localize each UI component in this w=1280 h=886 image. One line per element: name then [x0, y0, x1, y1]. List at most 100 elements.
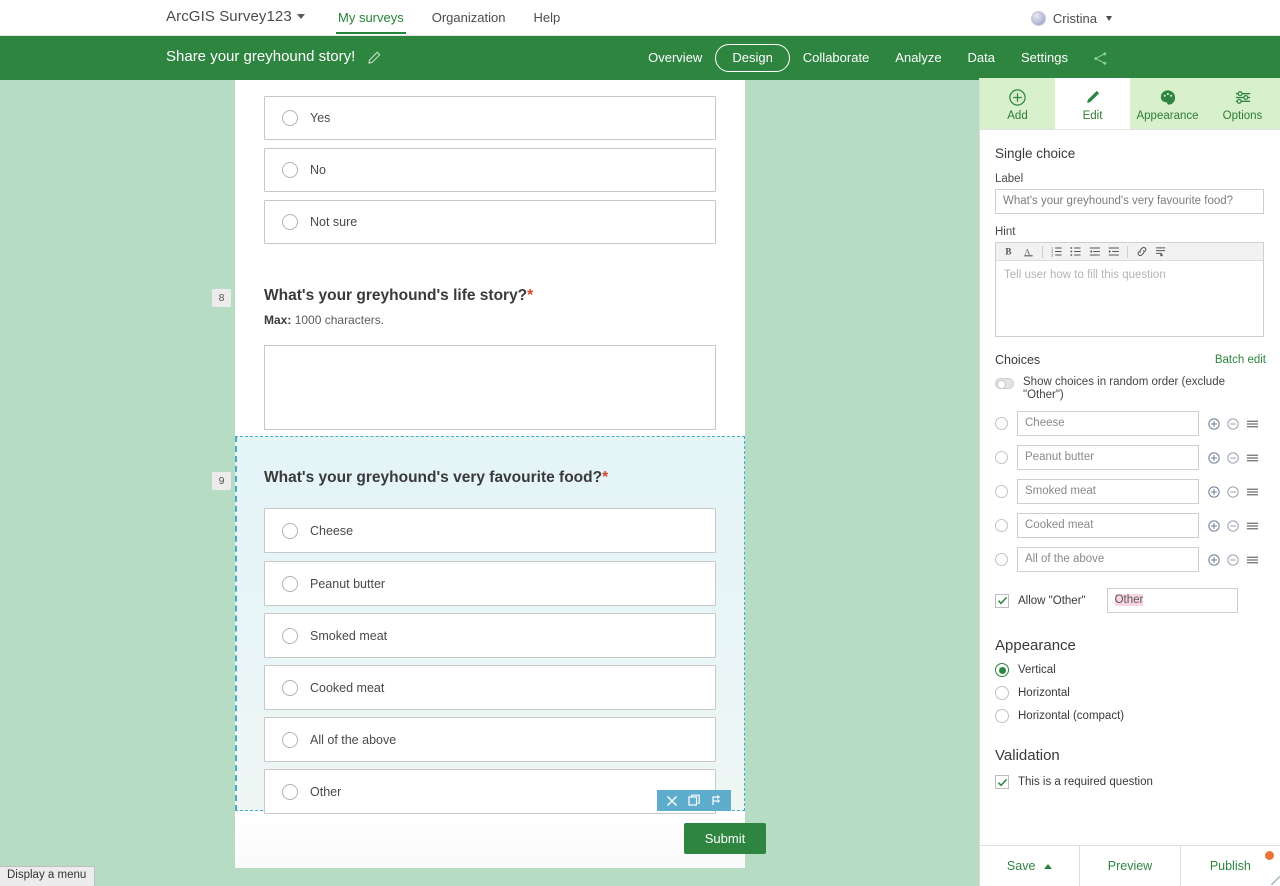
- add-circle-icon[interactable]: [1208, 417, 1220, 430]
- required-question-checkbox[interactable]: [995, 775, 1009, 789]
- appearance-option-horizontal[interactable]: Horizontal: [995, 686, 1266, 700]
- question-8[interactable]: 8 What's your greyhound's life story?* M…: [212, 287, 745, 430]
- drag-handle-icon[interactable]: [1246, 418, 1259, 430]
- hint-input[interactable]: Tell user how to fill this question: [996, 261, 1263, 336]
- radio-icon[interactable]: [995, 519, 1008, 532]
- preview-button[interactable]: Preview: [1080, 846, 1181, 886]
- pencil-icon[interactable]: [366, 50, 382, 66]
- panel-tab-edit[interactable]: Edit: [1055, 78, 1130, 129]
- drag-handle-icon[interactable]: [1246, 554, 1259, 566]
- option-row[interactable]: Not sure: [264, 200, 716, 244]
- choice-input[interactable]: Smoked meat: [1017, 479, 1199, 504]
- brand-caret-icon[interactable]: [297, 14, 305, 19]
- panel-tab-options[interactable]: Options: [1205, 78, 1280, 129]
- duplicate-icon[interactable]: [683, 790, 705, 811]
- add-circle-icon[interactable]: [1208, 485, 1220, 498]
- remove-circle-icon[interactable]: [1227, 553, 1239, 566]
- radio-icon[interactable]: [282, 214, 298, 230]
- radio-icon[interactable]: [282, 162, 298, 178]
- random-order-row[interactable]: Show choices in random order (exclude "O…: [995, 376, 1266, 402]
- tab-overview[interactable]: Overview: [635, 45, 715, 71]
- question-9[interactable]: 9 What's your greyhound's very favourite…: [212, 469, 745, 814]
- choice-input[interactable]: Peanut butter: [1017, 445, 1199, 470]
- option-row[interactable]: Cheese: [264, 508, 716, 553]
- add-circle-icon[interactable]: [1208, 451, 1220, 464]
- font-color-icon[interactable]: A: [1019, 243, 1038, 261]
- tab-design[interactable]: Design: [715, 44, 790, 72]
- required-question-row[interactable]: This is a required question: [995, 775, 1266, 789]
- appearance-option-horizontal-compact[interactable]: Horizontal (compact): [995, 709, 1266, 723]
- close-icon[interactable]: [661, 790, 683, 811]
- batch-edit-link[interactable]: Batch edit: [1215, 354, 1266, 366]
- chevron-up-icon[interactable]: [1044, 863, 1053, 869]
- other-label-input[interactable]: Other: [1106, 588, 1238, 613]
- panel-tab-appearance[interactable]: Appearance: [1130, 78, 1205, 129]
- choice-input[interactable]: Cooked meat: [1017, 513, 1199, 538]
- remove-circle-icon[interactable]: [1227, 485, 1239, 498]
- option-row[interactable]: Smoked meat: [264, 613, 716, 658]
- radio-icon[interactable]: [995, 417, 1008, 430]
- option-row[interactable]: Peanut butter: [264, 561, 716, 606]
- tab-analyze[interactable]: Analyze: [882, 45, 954, 71]
- radio-icon[interactable]: [995, 686, 1009, 700]
- appearance-option-vertical[interactable]: Vertical: [995, 663, 1266, 677]
- save-button[interactable]: Save: [980, 846, 1081, 886]
- allow-other-checkbox[interactable]: [995, 593, 1009, 608]
- choice-row[interactable]: Cooked meat: [995, 513, 1266, 538]
- bold-icon[interactable]: B: [1000, 243, 1019, 261]
- radio-icon[interactable]: [282, 627, 298, 644]
- rule-icon[interactable]: [705, 790, 727, 811]
- choice-row[interactable]: Peanut butter: [995, 445, 1266, 470]
- radio-icon[interactable]: [282, 575, 298, 592]
- resize-grip-icon[interactable]: [1271, 876, 1280, 885]
- share-icon[interactable]: [1081, 51, 1120, 66]
- option-row[interactable]: No: [264, 148, 716, 192]
- outdent-icon[interactable]: [1085, 243, 1104, 261]
- ordered-list-icon[interactable]: 123: [1047, 243, 1066, 261]
- radio-icon[interactable]: [995, 553, 1008, 566]
- tab-settings[interactable]: Settings: [1008, 45, 1081, 71]
- radio-icon[interactable]: [282, 110, 298, 126]
- insert-icon[interactable]: [1151, 243, 1170, 261]
- drag-handle-icon[interactable]: [1246, 520, 1259, 532]
- radio-icon[interactable]: [282, 783, 298, 800]
- nav-item-help[interactable]: Help: [519, 0, 574, 36]
- allow-other-row[interactable]: Allow "Other" Other: [995, 588, 1266, 613]
- choice-row[interactable]: Cheese: [995, 411, 1266, 436]
- radio-icon[interactable]: [995, 663, 1009, 677]
- option-row[interactable]: Other: [264, 769, 716, 814]
- panel-tab-add[interactable]: Add: [980, 78, 1055, 129]
- app-brand[interactable]: ArcGIS Survey123: [166, 8, 292, 25]
- choice-input[interactable]: All of the above: [1017, 547, 1199, 572]
- user-menu[interactable]: Cristina: [1030, 0, 1112, 36]
- random-order-toggle[interactable]: [995, 378, 1014, 389]
- choice-row[interactable]: All of the above: [995, 547, 1266, 572]
- remove-circle-icon[interactable]: [1227, 519, 1239, 532]
- submit-button[interactable]: Submit: [684, 823, 766, 854]
- radio-icon[interactable]: [282, 731, 298, 748]
- add-circle-icon[interactable]: [1208, 519, 1220, 532]
- remove-circle-icon[interactable]: [1227, 451, 1239, 464]
- tab-collaborate[interactable]: Collaborate: [790, 45, 883, 71]
- choice-row[interactable]: Smoked meat: [995, 479, 1266, 504]
- label-input[interactable]: What's your greyhound's very favourite f…: [995, 189, 1264, 214]
- unordered-list-icon[interactable]: [1066, 243, 1085, 261]
- remove-circle-icon[interactable]: [1227, 417, 1239, 430]
- life-story-textarea[interactable]: [264, 345, 716, 430]
- radio-icon[interactable]: [995, 709, 1009, 723]
- nav-item-organization[interactable]: Organization: [418, 0, 520, 36]
- choice-input[interactable]: Cheese: [1017, 411, 1199, 436]
- radio-icon[interactable]: [995, 485, 1008, 498]
- indent-icon[interactable]: [1104, 243, 1123, 261]
- radio-icon[interactable]: [282, 522, 298, 539]
- link-icon[interactable]: [1132, 243, 1151, 261]
- add-circle-icon[interactable]: [1208, 553, 1220, 566]
- option-row[interactable]: Yes: [264, 96, 716, 140]
- option-row[interactable]: All of the above: [264, 717, 716, 762]
- nav-item-my-surveys[interactable]: My surveys: [324, 0, 418, 36]
- option-row[interactable]: Cooked meat: [264, 665, 716, 710]
- tab-data[interactable]: Data: [955, 45, 1008, 71]
- radio-icon[interactable]: [282, 679, 298, 696]
- drag-handle-icon[interactable]: [1246, 452, 1259, 464]
- drag-handle-icon[interactable]: [1246, 486, 1259, 498]
